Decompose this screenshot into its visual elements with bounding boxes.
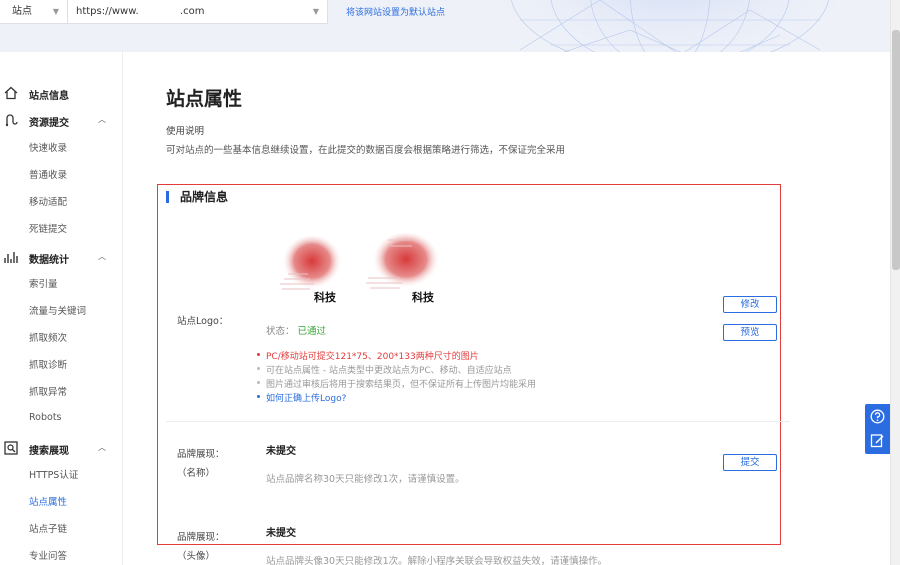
globe-network-decoration [501,0,839,52]
search-display-icon [4,441,18,455]
resource-submit-icon [5,114,18,127]
brand-avatar-status: 未提交 [266,528,296,539]
sidebar-group-data-stats[interactable]: 数据统计 ︿ [0,248,123,270]
sidebar-item-pro-qa[interactable]: 专业问答 [29,548,67,562]
sidebar-item-crawl-diagnosis[interactable]: 抓取诊断 [29,357,67,371]
top-bar: 站点 ▼ https://www. .com ▼ 将该网站设置为默认站点 [0,0,890,52]
chevron-up-icon: ︿ [98,115,106,124]
sidebar-item-robots[interactable]: Robots [29,412,62,423]
site-type-select-value: 站点 [12,6,32,17]
sidebar-item-https-auth[interactable]: HTTPS认证 [29,467,78,481]
site-logo-label: 站点Logo： [177,316,229,327]
floating-toolbar [865,404,890,454]
sidebar-item-crawl-errors[interactable]: 抓取异常 [29,384,67,398]
sidebar-item-quick-index[interactable]: 快速收录 [29,140,67,154]
site-url-select[interactable]: https://www. .com ▼ [68,0,328,24]
page-scrollbar[interactable] [890,0,900,565]
brand-name-note: 站点品牌名称30天只能修改1次，请谨慎设置。 [266,474,465,485]
submit-brand-name-button[interactable]: 提交 [723,454,777,471]
sidebar-item-site-properties[interactable]: 站点属性 [29,494,67,508]
logo-text-2: 科技 [412,291,434,304]
usage-description: 可对站点的一些基本信息继续设置，在此提交的数据百度会根据策略进行筛选，不保证完全… [166,145,566,156]
sidebar-group-site-info[interactable]: 站点信息 [0,84,123,106]
sidebar-group-search-display[interactable]: 搜索展现 ︿ [0,439,123,461]
sidebar-item-mobile-adapt[interactable]: 移动适配 [29,194,67,208]
sidebar-group-label: 数据统计 [29,255,69,266]
sidebar-group-label: 资源提交 [29,118,69,129]
brand-avatar-sublabel: （头像） [177,551,216,562]
chevron-down-icon: ▼ [52,7,59,16]
usage-title: 使用说明 [166,126,205,137]
preview-logo-button[interactable]: 预览 [723,324,777,341]
help-icon[interactable] [870,409,885,424]
logo-hint-review: 图片通过审核后将用于搜索结果页，但不保证所有上传图片均能采用 [256,377,536,390]
site-url-value: https://www. .com [76,6,205,17]
brand-avatar-note: 站点品牌头像30天只能修改1次。解除小程序关联会导致权益失效，请谨慎操作。 [266,556,608,565]
brand-avatar-label: 品牌展现： [177,532,225,543]
chevron-up-icon: ︿ [98,252,106,261]
brand-name-label: 品牌展现： [177,449,225,460]
brand-section-title: 品牌信息 [166,191,228,203]
sidebar-group-resource-submit[interactable]: 资源提交 ︿ [0,111,123,133]
logo-text-1: 科技 [314,291,336,304]
brand-name-sublabel: （名称） [177,468,216,479]
home-icon [4,86,18,100]
brand-name-status: 未提交 [266,446,296,457]
logo-image-blurred [366,233,440,291]
logo-hint-size: PC/移动站可提交121*75、200*133两种尺寸的图片 [257,349,479,362]
sidebar-item-crawl-frequency[interactable]: 抓取频次 [29,330,67,344]
status-label: 状态： [266,326,295,337]
edit-logo-button[interactable]: 修改 [723,296,777,313]
set-default-site-link[interactable]: 将该网站设置为默认站点 [346,5,445,18]
site-type-select[interactable]: 站点 ▼ [0,0,68,24]
sidebar-item-deadlink-submit[interactable]: 死链提交 [29,221,67,235]
feedback-edit-icon[interactable] [870,433,885,448]
sidebar-item-index-volume[interactable]: 索引量 [29,276,58,290]
status-badge: 已通过 [297,326,327,337]
chevron-up-icon: ︿ [98,443,106,452]
scrollbar-thumb[interactable] [892,30,900,270]
sidebar-item-site-sublinks[interactable]: 站点子链 [29,521,67,535]
logo-hint-site-type: 可在站点属性 - 站点类型中更改站点为PC、移动、自适应站点 [257,363,512,376]
section-divider [166,421,790,422]
sidebar-group-label: 搜索展现 [29,446,69,457]
sidebar-item-normal-index[interactable]: 普通收录 [29,167,67,181]
page-title: 站点属性 [166,88,243,110]
sidebar: 站点信息 资源提交 ︿ 快速收录 普通收录 移动适配 死链提交 数据统计 ︿ 索… [0,52,123,565]
logo-status: 状态： 已通过 [266,323,326,337]
chevron-down-icon: ▼ [312,7,319,16]
logo-help-link[interactable]: 如何正确上传Logo? [256,391,346,404]
sidebar-item-traffic-keywords[interactable]: 流量与关键词 [29,303,86,317]
logo-image-blurred [280,236,342,292]
sidebar-group-label: 站点信息 [29,91,69,102]
stats-chart-icon [4,252,18,263]
